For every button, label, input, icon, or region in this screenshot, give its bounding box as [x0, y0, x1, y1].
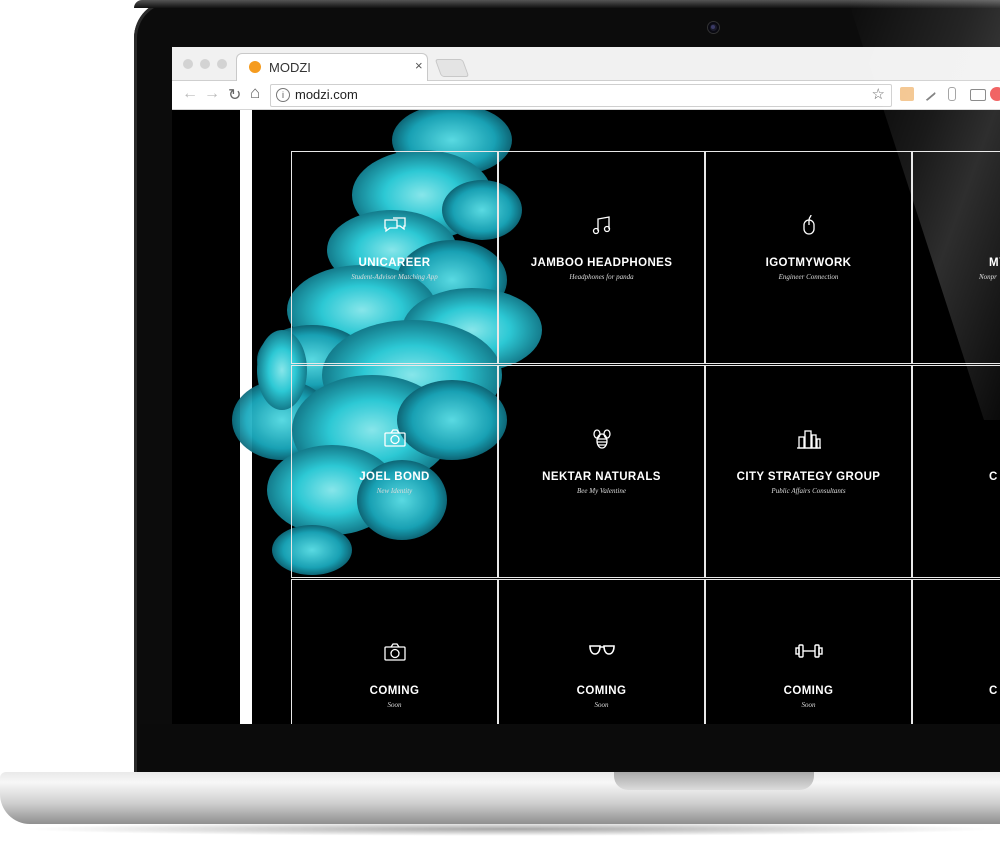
- project-tile[interactable]: C: [912, 579, 1000, 724]
- project-title: IGOTMYWORK: [765, 257, 852, 269]
- project-title: C: [989, 685, 998, 697]
- laptop-base: [0, 772, 1000, 824]
- modzi-page: UNICAREER Student-Advisor Matching App JAM…: [172, 110, 1000, 724]
- glasses-icon: [499, 642, 704, 664]
- project-tile[interactable]: NEKTAR NATURALS Bee My Valentine: [498, 365, 705, 578]
- back-arrow-icon[interactable]: ←: [182, 85, 198, 103]
- project-title: UNICAREER: [358, 257, 431, 269]
- tab-close-icon[interactable]: ×: [415, 58, 423, 73]
- city-buildings-icon: [706, 428, 911, 450]
- tab-modzi[interactable]: MODZI ×: [236, 53, 428, 81]
- project-title: MY: [989, 257, 1000, 269]
- reload-icon[interactable]: ↻: [228, 85, 241, 105]
- window-controls: [183, 59, 227, 69]
- bookmark-star-icon[interactable]: ☆: [872, 85, 885, 103]
- minimize-window-button[interactable]: [200, 59, 210, 69]
- extension-icon-5[interactable]: [990, 87, 1000, 101]
- project-subtitle: Soon: [801, 701, 816, 709]
- maximize-window-button[interactable]: [217, 59, 227, 69]
- address-bar[interactable]: i modzi.com ☆: [270, 84, 892, 107]
- mouse-icon: [706, 214, 911, 236]
- project-icon-slot: [913, 642, 1000, 664]
- project-tile[interactable]: C: [912, 365, 1000, 578]
- eyedropper-icon[interactable]: [923, 89, 937, 102]
- url-text[interactable]: modzi.com: [295, 87, 358, 102]
- webcam: [708, 22, 719, 33]
- project-tile[interactable]: JAMBOO HEADPHONES Headphones for panda: [498, 151, 705, 364]
- project-title: COMING: [783, 685, 834, 697]
- project-tile[interactable]: UNICAREER Student-Advisor Matching App: [291, 151, 498, 364]
- project-icon-slot: [913, 428, 1000, 450]
- favicon-icon: [249, 61, 261, 73]
- home-icon[interactable]: ⌂: [250, 83, 260, 103]
- project-subtitle: Student-Advisor Matching App: [351, 273, 438, 281]
- project-tile[interactable]: JOEL BOND New Identity: [291, 365, 498, 578]
- site-info-icon[interactable]: i: [276, 88, 290, 102]
- laptop-lid-rim: [134, 0, 1000, 8]
- project-title: NEKTAR NATURALS: [542, 471, 661, 483]
- navigation-bar: ← → ↻ ⌂ i modzi.com ☆: [172, 81, 1000, 110]
- laptop-shadow: [20, 822, 1000, 836]
- project-subtitle: Soon: [387, 701, 402, 709]
- camera-icon: [292, 428, 497, 450]
- project-subtitle: Headphones for panda: [569, 273, 634, 281]
- project-icon-slot: [913, 214, 1000, 236]
- project-tile[interactable]: COMING Soon: [498, 579, 705, 724]
- project-title: COMING: [576, 685, 627, 697]
- project-title: C: [989, 471, 998, 483]
- laptop-notch: [614, 772, 814, 790]
- chat-bubbles-icon: [292, 214, 497, 236]
- close-window-button[interactable]: [183, 59, 193, 69]
- cast-icon[interactable]: [970, 89, 986, 101]
- extension-icon-1[interactable]: [900, 87, 914, 101]
- project-subtitle: Soon: [594, 701, 609, 709]
- project-subtitle: New Identity: [376, 487, 413, 495]
- project-tile[interactable]: COMING Soon: [705, 579, 912, 724]
- forward-arrow-icon[interactable]: →: [204, 85, 220, 103]
- project-tile[interactable]: COMING Soon: [291, 579, 498, 724]
- project-title: JOEL BOND: [359, 471, 430, 483]
- tab-title: MODZI: [269, 60, 311, 75]
- project-subtitle: Engineer Connection: [778, 273, 839, 281]
- new-tab-button[interactable]: [434, 59, 470, 77]
- project-subtitle: Nonpr: [979, 273, 997, 281]
- project-title: COMING: [369, 685, 420, 697]
- project-tile[interactable]: CITY STRATEGY GROUP Public Affairs Consul…: [705, 365, 912, 578]
- page-side-bar: [240, 110, 252, 724]
- project-tile[interactable]: MY Nonpr: [912, 151, 1000, 364]
- project-subtitle: Bee My Valentine: [577, 487, 626, 495]
- tab-bar: MODZI ×: [172, 47, 1000, 81]
- screen-bezel-bottom: [140, 724, 1000, 772]
- music-note-icon: [499, 214, 704, 236]
- project-tile[interactable]: IGOTMYWORK Engineer Connection: [705, 151, 912, 364]
- project-subtitle: Public Affairs Consultants: [771, 487, 846, 495]
- project-title: CITY STRATEGY GROUP: [736, 471, 881, 483]
- extension-icon-3[interactable]: [948, 87, 956, 101]
- browser-window: MODZI × ← → ↻ ⌂ i modzi.com ☆ UNICAREER …: [172, 47, 1000, 724]
- bee-icon: [499, 428, 704, 450]
- dumbbell-icon: [706, 642, 911, 664]
- camera-icon: [292, 642, 497, 664]
- project-title: JAMBOO HEADPHONES: [530, 257, 673, 269]
